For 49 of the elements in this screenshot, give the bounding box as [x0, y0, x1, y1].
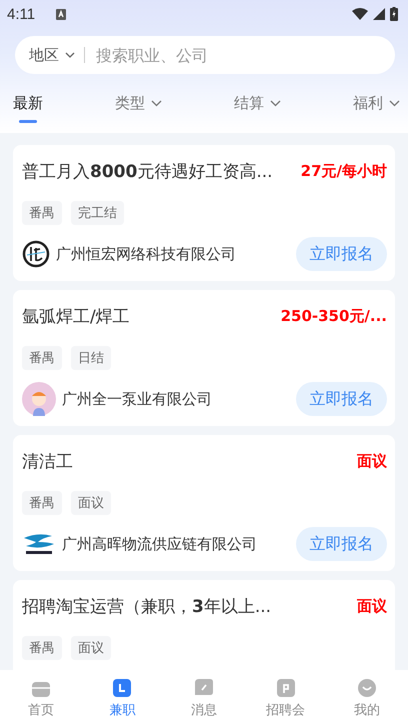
nav-tab[interactable]: 首页 — [6, 678, 76, 719]
apply-button[interactable]: 立即报名 — [296, 382, 387, 416]
signal-icon — [373, 8, 385, 20]
job-title: 清洁工 — [22, 450, 73, 472]
job-card[interactable]: 清洁工 面议 番禺 面议 广州高晖物流供应链有限公司 立即报名 — [13, 435, 395, 571]
company-name: 广州全一泵业有限公司 — [62, 390, 212, 408]
salary: 27元/每小时 — [300, 162, 387, 180]
tag: 面议 — [71, 636, 111, 660]
tag: 番禺 — [22, 201, 62, 225]
region-dropdown[interactable]: 地区 — [29, 46, 75, 64]
salary: 250-350元/... — [280, 306, 387, 326]
apply-button[interactable]: 立即报名 — [296, 237, 387, 271]
nav-tab[interactable]: 兼职 — [87, 678, 158, 719]
clock-icon — [112, 678, 132, 698]
tag: 番禺 — [22, 491, 62, 515]
notification-icon — [56, 8, 66, 20]
chevron-down-icon — [65, 52, 75, 58]
smile-icon — [357, 678, 378, 698]
tag: 番禺 — [22, 636, 62, 660]
battery-icon — [390, 7, 398, 21]
filter-tab[interactable]: 结算 — [234, 94, 281, 123]
avatar-icon — [22, 382, 56, 416]
apply-button[interactable]: 立即报名 — [296, 527, 387, 561]
company-logo-icon — [22, 240, 50, 268]
nav-tab[interactable]: 消息 — [168, 678, 239, 719]
tag: 面议 — [71, 491, 111, 515]
tag: 番禺 — [22, 346, 62, 370]
company-name: 广州恒宏网络科技有限公司 — [56, 244, 236, 264]
message-icon — [194, 678, 214, 698]
job-card[interactable]: 氩弧焊工/焊工 250-350元/... 番禺 日结 广州全一泵业有限公司 立即报名 — [13, 290, 395, 426]
job-title: 普工月入8000元待遇好工资高... — [22, 160, 273, 182]
status-time: 4:11 — [7, 6, 36, 22]
tag: 完工结 — [71, 201, 124, 225]
job-title: 招聘淘宝运营（兼职，3年以上... — [22, 596, 272, 618]
search-field[interactable]: 地区 搜索职业、公司 — [15, 36, 395, 74]
tag: 日结 — [71, 346, 111, 370]
filter-tab[interactable]: 福利 — [353, 94, 400, 123]
nav-tab[interactable]: 我的 — [332, 678, 402, 719]
job-card[interactable]: 招聘淘宝运营（兼职，3年以上... 面议 番禺 面议 — [13, 580, 395, 670]
salary: 面议 — [357, 596, 387, 616]
wifi-icon — [352, 8, 368, 20]
filter-tab[interactable]: 最新 — [13, 94, 43, 123]
fair-icon — [276, 678, 296, 698]
nav-tab[interactable]: 招聘会 — [250, 678, 321, 719]
company-name: 广州高晖物流供应链有限公司 — [62, 534, 257, 554]
job-card[interactable]: 普工月入8000元待遇好工资高... 27元/每小时 番禺 完工结 广州恒宏网络科技有限公司 立即报名 — [13, 145, 395, 281]
job-title: 氩弧焊工/焊工 — [22, 306, 130, 328]
salary: 面议 — [357, 452, 387, 470]
filter-tab[interactable]: 类型 — [115, 94, 162, 123]
